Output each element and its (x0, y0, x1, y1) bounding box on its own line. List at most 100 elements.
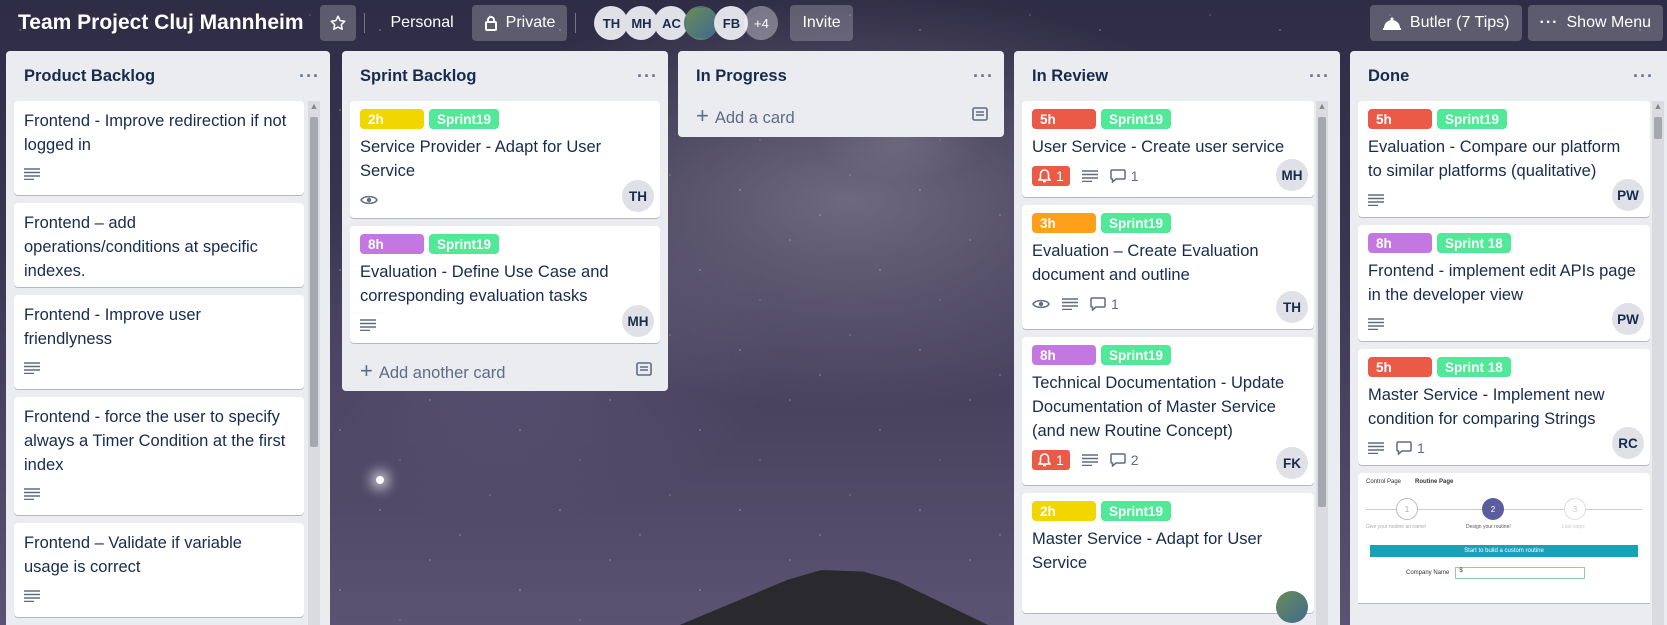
card[interactable]: 5h Sprint19 Evaluation - Compare our pla… (1358, 101, 1650, 217)
card[interactable]: 2h Sprint19 Service Provider - Adapt for… (350, 101, 660, 218)
scroll-up-icon[interactable]: ▲ (1316, 101, 1328, 113)
list-title[interactable]: Sprint Backlog (360, 67, 476, 86)
card-member-avatar[interactable]: FK (1276, 447, 1308, 479)
card-member-avatar[interactable]: MH (1276, 159, 1308, 191)
sprint-label: Sprint 18 (1437, 357, 1511, 377)
star-button[interactable] (319, 5, 356, 41)
invite-button[interactable]: Invite (790, 5, 853, 41)
card[interactable]: 3h Sprint19 Evaluation – Create Evaluati… (1022, 205, 1314, 329)
watch-eye-icon (1032, 298, 1050, 310)
card[interactable]: Frontend - Improve redirection if not lo… (14, 101, 304, 195)
card[interactable]: 8h Sprint 18 Frontend - implement edit A… (1358, 225, 1650, 341)
description-icon (360, 319, 376, 331)
list-title[interactable]: In Progress (696, 67, 787, 86)
list-title[interactable]: In Review (1032, 67, 1108, 86)
card-member-avatar[interactable]: MH (622, 305, 654, 337)
list-title[interactable]: Product Backlog (24, 67, 155, 86)
show-menu-button[interactable]: ··· Show Menu (1527, 5, 1663, 41)
list-menu-icon[interactable]: ··· (973, 66, 994, 87)
card-cover-preview[interactable]: Control Page Routine Page 1 2 3 Give you… (1358, 473, 1650, 603)
show-menu-label: Show Menu (1566, 14, 1652, 31)
card[interactable]: Frontend – add operations/conditions at … (14, 203, 304, 287)
description-icon (24, 362, 40, 374)
sprint-label: Sprint19 (429, 234, 500, 254)
comments-badge: 1 (1110, 168, 1139, 184)
card-title: Frontend - force the user to specify alw… (24, 408, 286, 474)
card-title: Frontend – Validate if variable usage is… (24, 534, 242, 576)
member-avatar-photo[interactable] (684, 6, 719, 40)
card-badges: 1 (1368, 437, 1640, 459)
add-another-card-button[interactable]: + Add another card (342, 351, 668, 391)
list-menu-icon[interactable]: ··· (1309, 66, 1330, 87)
member-avatar[interactable]: TH (594, 6, 629, 40)
comment-icon (1090, 297, 1106, 311)
list-scrollbar[interactable]: ▲ (1652, 101, 1664, 625)
due-count: 1 (1056, 452, 1064, 468)
scroll-up-icon[interactable]: ▲ (1652, 101, 1664, 113)
list-scrollbar[interactable]: ▲ (308, 101, 320, 625)
list-menu-icon[interactable]: ··· (1633, 66, 1654, 87)
list-in-review: In Review ··· 5h Sprint19 User Service -… (1014, 51, 1340, 625)
card-title: Evaluation – Create Evaluation document … (1032, 242, 1259, 284)
card-labels: 8h Sprint19 (360, 234, 650, 254)
description-icon (24, 488, 40, 500)
card[interactable]: 8h Sprint19 Technical Documentation - Up… (1022, 337, 1314, 485)
card-badges (360, 189, 650, 211)
card-labels: 5h Sprint19 (1368, 109, 1640, 129)
watch-eye-icon (360, 194, 378, 206)
card-template-icon[interactable] (636, 361, 652, 381)
card[interactable]: 8h Sprint19 Evaluation - Define Use Case… (350, 226, 660, 343)
privacy-button[interactable]: Private (471, 5, 568, 41)
card-template-icon[interactable] (972, 106, 988, 126)
member-avatar[interactable]: MH (624, 6, 659, 40)
card-labels: 8h Sprint 18 (1368, 233, 1640, 253)
card[interactable]: Frontend - force the user to specify alw… (14, 397, 304, 515)
scrollbar-thumb[interactable] (1654, 117, 1662, 139)
card-badges (24, 585, 294, 607)
team-visibility-button[interactable]: Personal (379, 5, 466, 41)
bell-icon (1038, 453, 1051, 467)
scrollbar-thumb[interactable] (310, 117, 318, 447)
board-header: Team Project Cluj Mannheim Personal Priv… (0, 0, 1667, 46)
card-badges (1368, 313, 1640, 335)
card-member-avatar[interactable]: PW (1612, 303, 1644, 335)
card-member-avatar[interactable]: TH (1276, 291, 1308, 323)
card-title: Evaluation - Define Use Case and corresp… (360, 263, 609, 305)
card-member-avatar[interactable]: RC (1612, 427, 1644, 459)
board-title[interactable]: Team Project Cluj Mannheim (8, 11, 314, 35)
list-header: In Progress ··· (678, 51, 1004, 101)
card-container: Frontend - Improve redirection if not lo… (6, 101, 330, 617)
butler-icon (1382, 15, 1402, 31)
card-container: 2h Sprint19 Service Provider - Adapt for… (342, 101, 668, 343)
preview-banner: Start to build a custom routine (1370, 545, 1638, 557)
privacy-label: Private (505, 14, 556, 31)
card[interactable]: Frontend – Validate if variable usage is… (14, 523, 304, 617)
list-done: Done ··· 5h Sprint19 Evaluation - Compar… (1350, 51, 1667, 625)
member-avatar[interactable]: FB (714, 6, 749, 40)
card[interactable]: Frontend - Improve user friendlyness (14, 295, 304, 389)
butler-button[interactable]: Butler (7 Tips) (1369, 5, 1522, 41)
list-menu-icon[interactable]: ··· (637, 66, 658, 87)
add-a-card-button[interactable]: + Add a card (678, 95, 1004, 137)
card[interactable]: 5h Sprint 18 Master Service - Implement … (1358, 349, 1650, 465)
board-members: TH MH AC FB +4 (594, 6, 779, 40)
card[interactable]: 5h Sprint19 User Service - Create user s… (1022, 101, 1314, 197)
card[interactable]: 2h Sprint19 Master Service - Adapt for U… (1022, 493, 1314, 623)
list-scrollbar[interactable]: ▲ (1316, 101, 1328, 625)
list-title[interactable]: Done (1368, 67, 1409, 86)
more-members-button[interactable]: +4 (744, 6, 779, 40)
card-labels: 5h Sprint19 (1032, 109, 1304, 129)
scrollbar-thumb[interactable] (1318, 117, 1326, 507)
sprint-label: Sprint19 (1437, 109, 1508, 129)
scroll-up-icon[interactable]: ▲ (308, 101, 320, 113)
card-labels: 3h Sprint19 (1032, 213, 1304, 233)
card-member-avatar[interactable]: TH (622, 180, 654, 212)
card-member-avatar[interactable]: PW (1612, 179, 1644, 211)
description-icon (24, 590, 40, 602)
card-container: 5h Sprint19 Evaluation - Compare our pla… (1350, 101, 1667, 603)
member-avatar[interactable]: AC (654, 6, 689, 40)
card-title: Service Provider - Adapt for User Servic… (360, 138, 602, 180)
card-member-avatar-photo[interactable] (1276, 591, 1308, 623)
card-badges (24, 357, 294, 379)
list-menu-icon[interactable]: ··· (299, 66, 320, 87)
